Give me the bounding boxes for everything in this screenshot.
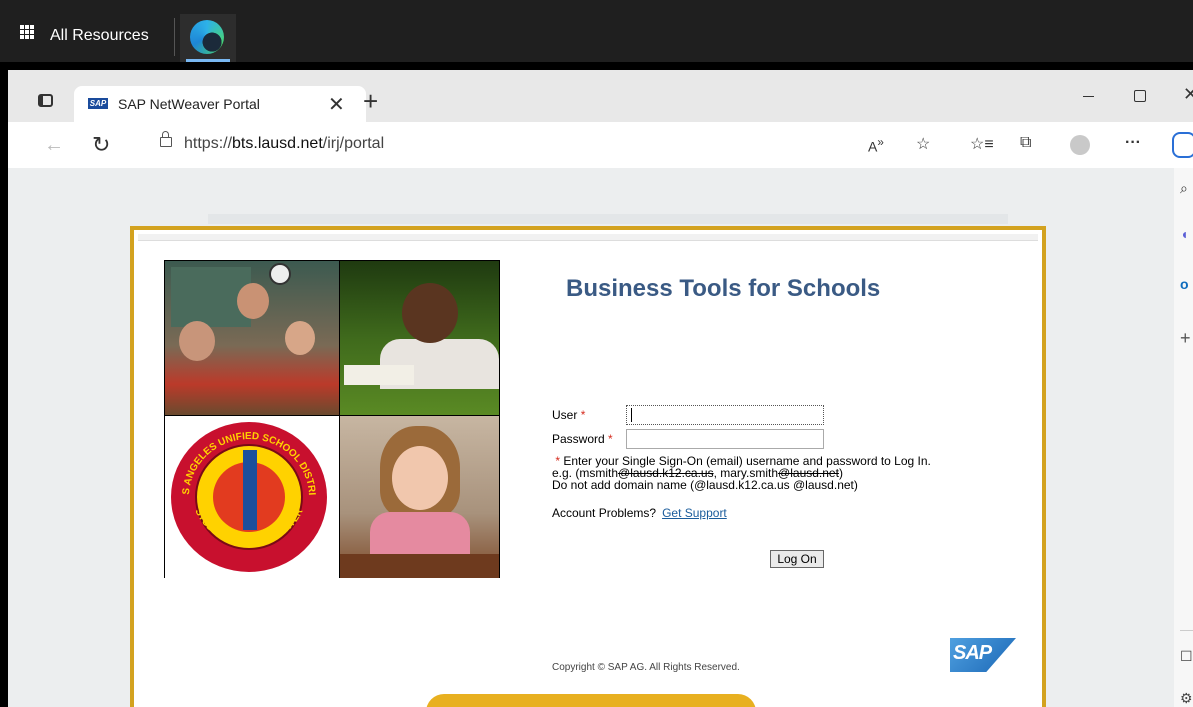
password-label-text: Password bbox=[552, 432, 605, 446]
tab-close-icon[interactable]: ✕ bbox=[328, 92, 345, 117]
read-aloud-icon[interactable]: A» bbox=[868, 136, 884, 155]
sidebar-divider bbox=[1180, 630, 1193, 631]
remote-desktop-bar: All Resources bbox=[0, 0, 1193, 62]
copilot-icon[interactable]: ◖ bbox=[1180, 226, 1188, 242]
new-tab-icon[interactable]: + bbox=[363, 86, 378, 117]
photo-collage: LOS ANGELES UNIFIED SCHOOL DISTRICT STUD… bbox=[164, 260, 500, 578]
edge-sidebar: ⌕ ◖ o + ☐ ⚙ bbox=[1174, 168, 1193, 707]
apps-grid-icon[interactable] bbox=[20, 25, 34, 39]
active-indicator bbox=[186, 59, 230, 62]
tab-actions-icon[interactable] bbox=[38, 94, 53, 107]
url-path: /irj/portal bbox=[322, 135, 385, 152]
more-icon[interactable]: ··· bbox=[1125, 134, 1141, 152]
reload-icon[interactable]: ↻ bbox=[92, 132, 110, 158]
password-input[interactable] bbox=[626, 429, 824, 449]
user-input[interactable] bbox=[626, 405, 824, 425]
tab-sap-portal[interactable]: SAP SAP NetWeaver Portal ✕ bbox=[74, 86, 366, 122]
tab-strip: SAP SAP NetWeaver Portal ✕ + ✕ bbox=[8, 70, 1193, 122]
edge-icon bbox=[190, 20, 224, 54]
account-problems: Account Problems? Get Support bbox=[552, 506, 727, 520]
text-caret bbox=[631, 408, 632, 422]
search-icon[interactable]: ⌕ bbox=[1180, 180, 1188, 197]
page-content: LOS ANGELES UNIFIED SCHOOL DISTRICT STUD… bbox=[8, 168, 1174, 707]
user-label: User * bbox=[552, 408, 585, 422]
portal-frame: LOS ANGELES UNIFIED SCHOOL DISTRICT STUD… bbox=[130, 226, 1046, 707]
collections-icon[interactable]: ⧉ bbox=[1020, 134, 1031, 152]
lausd-seal-logo: LOS ANGELES UNIFIED SCHOOL DISTRICT STUD… bbox=[165, 416, 339, 578]
copilot-icon[interactable] bbox=[1172, 132, 1193, 158]
svg-text:LOS ANGELES UNIFIED SCHOOL DIS: LOS ANGELES UNIFIED SCHOOL DISTRICT bbox=[171, 422, 317, 496]
account-problems-text: Account Problems? bbox=[552, 506, 657, 520]
maximize-icon[interactable] bbox=[1134, 90, 1146, 102]
hint-line-3: Do not add domain name (@lausd.k12.ca.us… bbox=[552, 478, 858, 492]
bottom-tab-decoration bbox=[426, 694, 756, 707]
divider bbox=[174, 18, 175, 56]
required-mark: * bbox=[580, 408, 586, 422]
address-bar[interactable]: https://bts.lausd.net/irj/portal bbox=[184, 135, 384, 153]
classroom-photo bbox=[165, 261, 339, 415]
favorites-icon[interactable]: ☆≡ bbox=[970, 134, 994, 154]
settings-icon[interactable]: ⚙ bbox=[1180, 690, 1193, 707]
portal-title: Business Tools for Schools bbox=[566, 275, 881, 302]
edge-app-button[interactable] bbox=[180, 14, 236, 62]
seal-top-text: LOS ANGELES UNIFIED SCHOOL DISTRICT bbox=[171, 422, 317, 496]
girl-photo bbox=[340, 416, 499, 578]
sap-logo: SAP bbox=[950, 638, 1016, 672]
sap-favicon-icon: SAP bbox=[88, 98, 108, 109]
password-label: Password * bbox=[552, 432, 613, 446]
window-icon[interactable]: ☐ bbox=[1180, 648, 1193, 665]
page-band bbox=[208, 214, 1008, 224]
url-scheme: https:// bbox=[184, 135, 233, 152]
login-hint: * Enter your Single Sign-On (email) user… bbox=[552, 455, 931, 491]
user-label-text: User bbox=[552, 408, 578, 422]
tab-title: SAP NetWeaver Portal bbox=[118, 96, 260, 112]
profile-icon[interactable] bbox=[1070, 135, 1090, 155]
required-mark: * bbox=[608, 432, 613, 446]
minimize-icon[interactable] bbox=[1083, 96, 1094, 97]
seal-bottom-text: STUDENTS AT THE CENTER bbox=[192, 506, 305, 548]
browser-toolbar: ← ↻ https://bts.lausd.net/irj/portal A» … bbox=[8, 122, 1193, 168]
all-resources-title[interactable]: All Resources bbox=[50, 27, 149, 45]
svg-text:STUDENTS AT THE CENTER: STUDENTS AT THE CENTER bbox=[192, 506, 305, 548]
add-favorite-icon[interactable]: ☆ bbox=[916, 134, 930, 154]
copyright: Copyright © SAP AG. All Rights Reserved. bbox=[552, 662, 740, 673]
close-window-icon[interactable]: ✕ bbox=[1183, 84, 1193, 105]
add-icon[interactable]: + bbox=[1180, 328, 1191, 349]
url-host: bts.lausd.net bbox=[232, 135, 323, 152]
get-support-link[interactable]: Get Support bbox=[662, 506, 727, 520]
portal-frame-header bbox=[138, 234, 1038, 241]
reading-student-photo bbox=[340, 261, 499, 415]
sap-logo-text: SAP bbox=[953, 642, 992, 664]
log-on-button[interactable]: Log On bbox=[770, 550, 824, 568]
back-icon[interactable]: ← bbox=[44, 134, 64, 157]
outlook-icon[interactable]: o bbox=[1180, 276, 1189, 292]
browser-window: SAP SAP NetWeaver Portal ✕ + ✕ ← ↻ https… bbox=[8, 70, 1193, 707]
lock-icon[interactable] bbox=[160, 131, 172, 147]
